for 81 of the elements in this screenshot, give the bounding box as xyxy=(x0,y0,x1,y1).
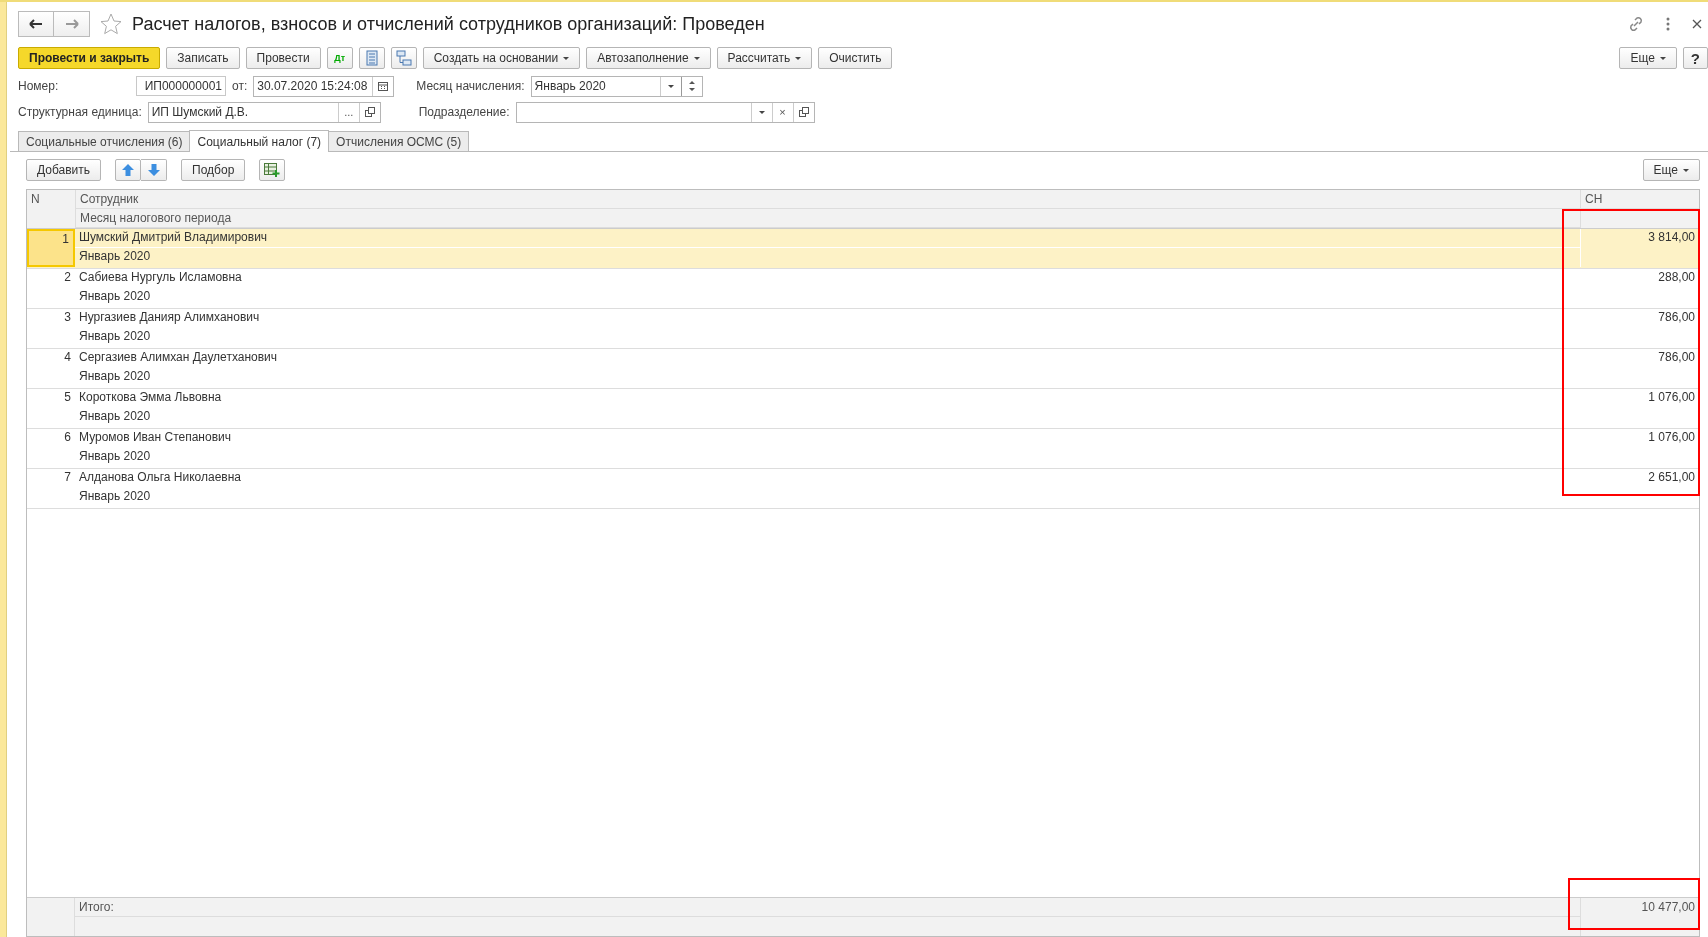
table-cell: 3 814,00 xyxy=(1580,229,1699,267)
more-icon xyxy=(1666,17,1670,31)
tab[interactable]: Социальный налог (7) xyxy=(189,130,330,152)
table-cell-text: 288,00 xyxy=(1657,269,1696,286)
column-header: СН xyxy=(1580,190,1699,209)
table-cell: 1 xyxy=(27,229,75,267)
table-cell-text: 2 xyxy=(63,269,72,286)
dropdown-button[interactable]: Рассчитать xyxy=(716,47,813,69)
table-cell-text: Январь 2020 xyxy=(78,448,152,465)
spin-icon xyxy=(688,81,695,91)
toolbar-button[interactable]: Провести xyxy=(245,47,321,69)
pick-button[interactable]: Подбор xyxy=(181,159,246,181)
table-cell-text: 7 xyxy=(63,469,72,486)
more-button[interactable]: Еще xyxy=(1619,47,1677,69)
list-button[interactable] xyxy=(358,47,385,69)
table-cell-text: 3 xyxy=(63,309,72,326)
column-header: Сотрудник xyxy=(75,190,1580,209)
table-cell-text: Сабиева Нургуль Исламовна xyxy=(78,269,243,286)
total-label: Итого: xyxy=(75,898,1580,917)
back-button[interactable] xyxy=(18,11,54,37)
link-icon xyxy=(1628,16,1644,32)
post-and-close-button[interactable]: Провести и закрыть xyxy=(18,47,161,69)
move-down-button[interactable] xyxy=(141,159,168,181)
up-arrow-icon xyxy=(122,164,135,176)
tab[interactable]: Отчисления ОСМС (5) xyxy=(328,131,470,151)
close-icon xyxy=(1692,19,1702,29)
table-cell-text: Алданова Ольга Николаевна xyxy=(78,469,242,486)
table-cell-text: Январь 2020 xyxy=(78,408,152,425)
table-cell-text: Муромов Иван Степанович xyxy=(78,429,232,446)
more-button[interactable]: Еще xyxy=(1642,159,1700,181)
open-icon xyxy=(364,107,375,117)
table-cell-text: 4 xyxy=(63,349,72,366)
table-cell-text: 5 xyxy=(63,389,72,406)
hierarchy-icon xyxy=(395,50,412,66)
table-cell-text: Нургазиев Данияр Алимханович xyxy=(78,309,261,326)
field-label: Подразделение: xyxy=(418,105,510,119)
table-cell: Шумский Дмитрий Владимирович xyxy=(75,229,1580,248)
toolbar-button[interactable]: Очистить xyxy=(818,47,893,69)
number-field[interactable]: ИП000000001 xyxy=(136,76,226,96)
table-cell-text: Сергазиев Алимхан Даулетханович xyxy=(78,349,279,366)
add-rows-button[interactable] xyxy=(259,159,286,181)
add-button[interactable]: Добавить xyxy=(26,159,102,181)
table-cell-text: 786,00 xyxy=(1657,349,1696,366)
dropdown-button[interactable]: Создать на основании xyxy=(422,47,581,69)
table-cell-text: Январь 2020 xyxy=(78,288,152,305)
toolbar-button[interactable]: Записать xyxy=(166,47,240,69)
structure-button[interactable] xyxy=(390,47,417,69)
column-header: Месяц налогового периода xyxy=(75,209,1580,228)
table-add-icon xyxy=(264,163,281,177)
table-cell-text: 6 xyxy=(63,429,72,446)
field-label: Номер: xyxy=(18,79,60,93)
table-cell-text: Январь 2020 xyxy=(78,368,152,385)
table-cell-text: 1 076,00 xyxy=(1647,389,1696,406)
unit-field[interactable]: ИП Шумский Д.В. ... xyxy=(147,101,381,123)
tab[interactable]: Социальные отчисления (6) xyxy=(18,131,191,151)
table-cell-text: 786,00 xyxy=(1657,309,1696,326)
down-arrow-icon xyxy=(147,164,160,176)
date-field[interactable]: 30.07.2020 15:24:08 xyxy=(253,75,395,97)
table-cell-text: Январь 2020 xyxy=(78,328,152,345)
window-title: Расчет налогов, взносов и отчислений сотрудников организаций: Проведен xyxy=(132,13,765,35)
table-cell-text: 2 651,00 xyxy=(1647,469,1696,486)
field-label: Структурная единица: xyxy=(18,105,142,119)
month-field[interactable]: Январь 2020 xyxy=(530,75,703,97)
calendar-icon xyxy=(378,81,389,91)
table-cell-text: Короткова Эмма Львовна xyxy=(78,389,223,406)
total-value: 10 477,00 xyxy=(1580,898,1699,936)
field-label: от: xyxy=(232,79,248,93)
column-header: N xyxy=(30,191,41,208)
move-up-button[interactable] xyxy=(115,159,142,181)
open-icon xyxy=(798,107,809,117)
right-arrow-icon xyxy=(64,19,79,29)
division-field[interactable]: × xyxy=(515,101,815,123)
table-cell-text: Январь 2020 xyxy=(78,488,152,505)
table-cell-text: 1 076,00 xyxy=(1647,429,1696,446)
star-icon xyxy=(100,13,122,35)
dropdown-button[interactable]: Автозаполнение xyxy=(586,47,711,69)
left-arrow-icon xyxy=(29,19,43,29)
help-button[interactable]: ? xyxy=(1682,47,1708,69)
field-label: Месяц начисления: xyxy=(416,79,525,93)
list-icon xyxy=(365,50,378,66)
table-cell-text: Январь 2020 xyxy=(78,248,152,265)
